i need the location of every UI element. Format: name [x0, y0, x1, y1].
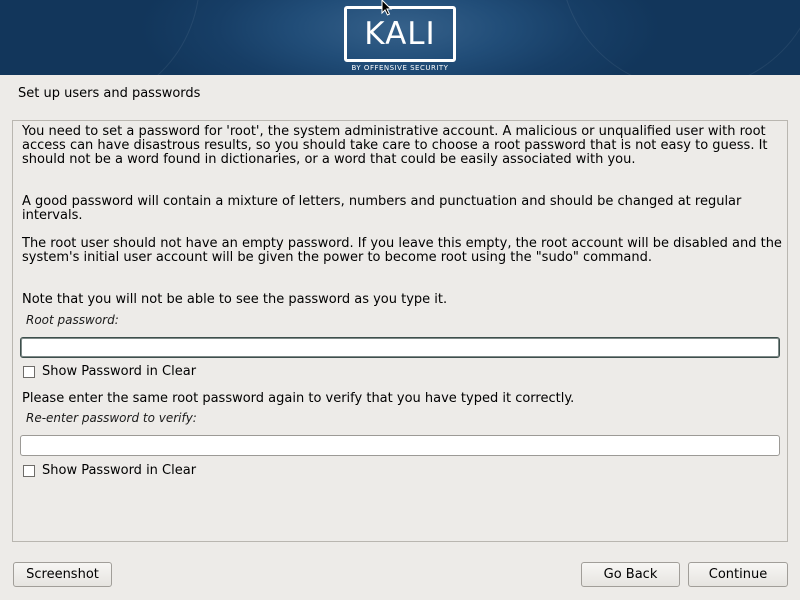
go-back-button[interactable]: Go Back: [581, 562, 680, 587]
show-password-checkbox-1[interactable]: [23, 366, 35, 378]
show-password-checkbox-2[interactable]: [23, 465, 35, 477]
kali-logo-icon: KALI: [344, 6, 456, 62]
hidden-typing-note: Note that you will not be able to see th…: [22, 292, 448, 307]
password-advice-paragraph: A good password will contain a mixture o…: [22, 194, 742, 223]
logo-text: KALI: [364, 16, 436, 52]
root-password-label: Root password:: [26, 313, 119, 327]
empty-password-paragraph: The root user should not have an empty p…: [22, 236, 782, 265]
continue-button[interactable]: Continue: [688, 562, 788, 587]
show-password-label-1[interactable]: Show Password in Clear: [42, 364, 196, 379]
logo-subtitle: BY OFFENSIVE SECURITY: [351, 64, 449, 72]
verify-password-label: Re-enter password to verify:: [26, 411, 197, 425]
intro-paragraph: You need to set a password for 'root', t…: [22, 124, 768, 167]
content-panel: You need to set a password for 'root', t…: [12, 120, 788, 542]
page-title: Set up users and passwords: [18, 86, 201, 101]
show-password-label-2[interactable]: Show Password in Clear: [42, 463, 196, 478]
root-password-input[interactable]: [20, 337, 780, 358]
screenshot-button[interactable]: Screenshot: [13, 562, 112, 587]
mouse-pointer-icon: [381, 0, 393, 16]
header-banner: KALI BY OFFENSIVE SECURITY: [0, 0, 800, 75]
verify-password-input[interactable]: [20, 435, 780, 456]
verify-prompt: Please enter the same root password agai…: [22, 391, 575, 406]
